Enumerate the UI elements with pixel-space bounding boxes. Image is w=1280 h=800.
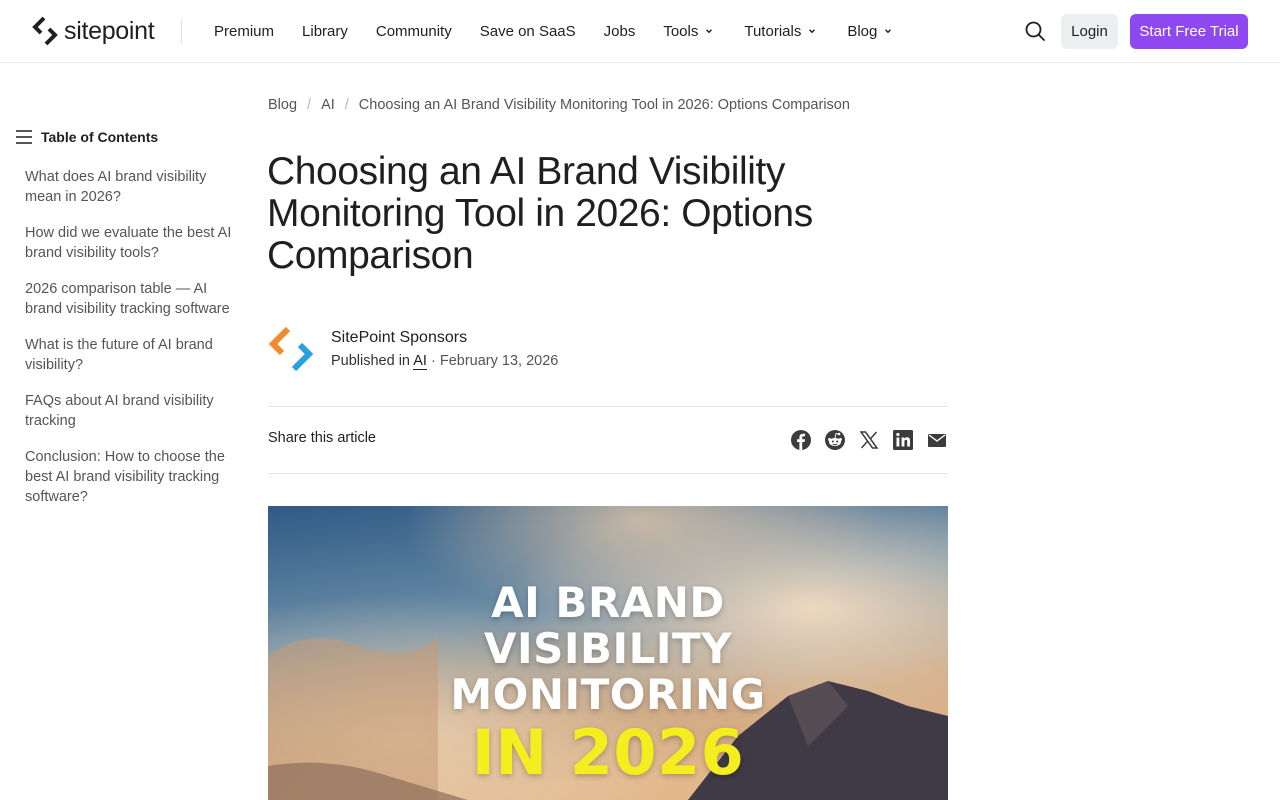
breadcrumb-separator: / — [307, 97, 312, 113]
nav-label: Tools — [663, 22, 699, 40]
list-icon — [16, 130, 32, 144]
share-label: Share this article — [268, 430, 376, 446]
nav-jobs[interactable]: Jobs — [604, 23, 636, 40]
nav-label: Community — [375, 22, 452, 40]
nav-label: Save on SaaS — [479, 22, 576, 40]
chevron-down-icon — [706, 29, 713, 34]
email-icon[interactable] — [926, 429, 948, 451]
hero-line-1: AI BRAND — [491, 578, 725, 627]
search-icon[interactable] — [1024, 20, 1046, 42]
x-icon[interactable] — [858, 429, 880, 451]
nav-tools[interactable]: Tools — [663, 23, 714, 40]
nav-label: Library — [302, 22, 348, 40]
breadcrumb-blog[interactable]: Blog — [268, 97, 297, 113]
toc-item[interactable]: 2026 comparison table — AI brand visibil… — [25, 279, 241, 319]
linkedin-icon[interactable] — [892, 429, 914, 451]
sitepoint-author-avatar[interactable] — [268, 326, 314, 372]
toc-item[interactable]: FAQs about AI brand visibility tracking — [25, 391, 241, 431]
nav-premium[interactable]: Premium — [214, 23, 274, 40]
toc-list: What does AI brand visibility mean in 20… — [16, 167, 241, 507]
breadcrumb-current: Choosing an AI Brand Visibility Monitori… — [358, 97, 850, 113]
login-button[interactable]: Login — [1061, 14, 1118, 49]
date-separator: · — [430, 353, 436, 369]
nav-save-on-saas[interactable]: Save on SaaS — [480, 23, 576, 40]
reddit-icon[interactable] — [824, 429, 846, 451]
publish-meta: Published in AI · February 13, 2026 — [331, 352, 558, 370]
main-nav: Premium Library Community Save on SaaS J… — [214, 0, 893, 62]
logo-divider — [181, 19, 182, 44]
share-icons — [790, 429, 948, 451]
toc-item[interactable]: What does AI brand visibility mean in 20… — [25, 167, 241, 207]
toc-item[interactable]: What is the future of AI brand visibilit… — [25, 335, 241, 375]
article-title: Choosing an AI Brand Visibility Monitori… — [267, 150, 813, 277]
published-prefix: Published in — [331, 353, 410, 369]
hero-line-3: MONITORING — [450, 670, 766, 719]
publish-date: February 13, 2026 — [439, 353, 559, 369]
facebook-icon[interactable] — [790, 429, 812, 451]
start-free-trial-button[interactable]: Start Free Trial — [1130, 14, 1248, 49]
nav-tutorials[interactable]: Tutorials — [744, 23, 817, 40]
sitepoint-logo[interactable]: sitepoint — [32, 14, 155, 48]
site-header: sitepoint Premium Library Community Save… — [0, 0, 1280, 63]
nav-library[interactable]: Library — [302, 23, 348, 40]
nav-blog[interactable]: Blog — [847, 23, 893, 40]
author-block: SitePoint Sponsors Published in AI · Feb… — [268, 326, 558, 372]
chevron-down-icon — [885, 29, 892, 34]
nav-label: Tutorials — [744, 22, 802, 40]
logo-text: sitepoint — [64, 16, 155, 45]
hero-line-2: VISIBILITY — [483, 624, 733, 673]
author-name[interactable]: SitePoint Sponsors — [331, 328, 558, 348]
toc-header: Table of Contents — [16, 127, 241, 147]
hero-line-4: IN 2026 — [471, 716, 745, 789]
chevron-down-icon — [809, 29, 816, 34]
breadcrumb-ai[interactable]: AI — [321, 97, 335, 113]
author-info: SitePoint Sponsors Published in AI · Feb… — [331, 328, 558, 370]
sitepoint-logo-icon — [32, 16, 58, 46]
toc-item[interactable]: Conclusion: How to choose the best AI br… — [25, 447, 241, 507]
table-of-contents: Table of Contents What does AI brand vis… — [16, 127, 241, 523]
nav-label: Blog — [847, 22, 878, 40]
toc-title: Table of Contents — [41, 129, 159, 145]
breadcrumb: Blog / AI / Choosing an AI Brand Visibil… — [268, 97, 850, 113]
share-bar: Share this article — [268, 406, 948, 474]
toc-item[interactable]: How did we evaluate the best AI brand vi… — [25, 223, 241, 263]
nav-community[interactable]: Community — [376, 23, 452, 40]
hero-image: AI BRAND VISIBILITY MONITORING IN 2026 — [268, 506, 948, 800]
breadcrumb-separator: / — [344, 97, 349, 113]
category-link[interactable]: AI — [413, 353, 427, 370]
nav-label: Premium — [214, 22, 275, 40]
nav-label: Jobs — [603, 22, 636, 40]
